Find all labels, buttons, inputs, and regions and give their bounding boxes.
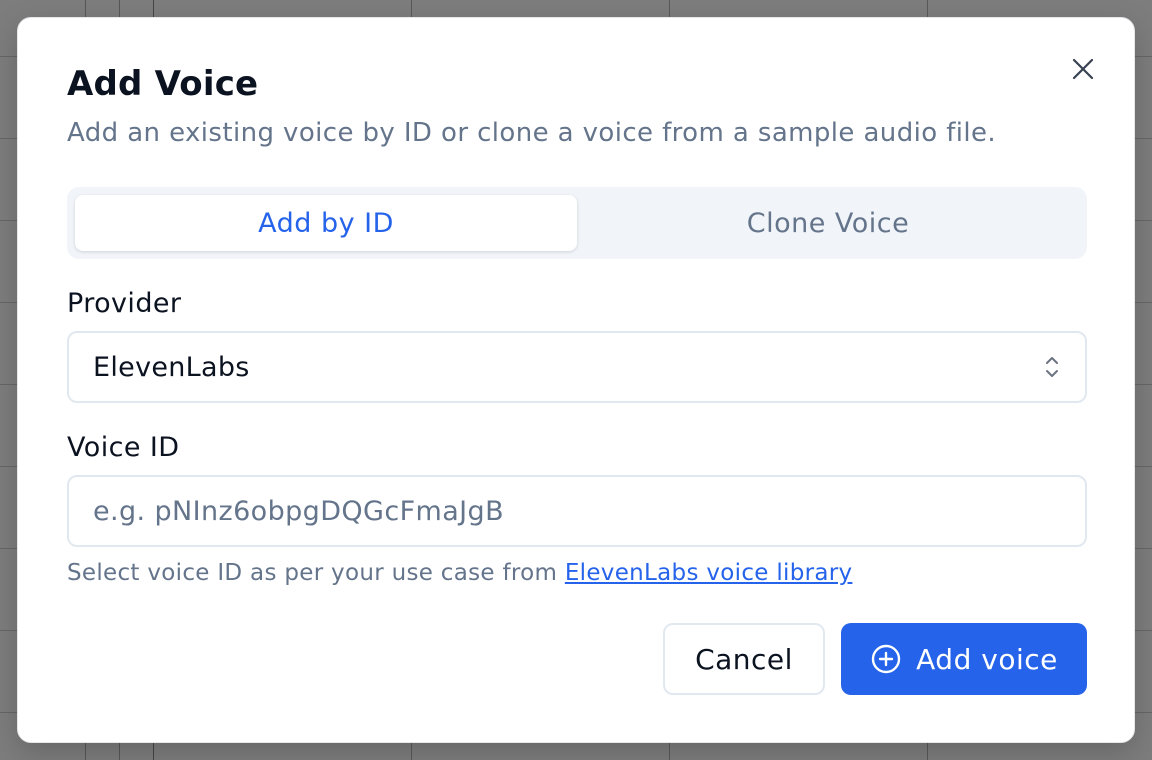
plus-circle-icon bbox=[871, 644, 901, 674]
helper-text-body: Select voice ID as per your use case fro… bbox=[67, 560, 565, 586]
voice-id-input[interactable] bbox=[67, 475, 1087, 547]
close-button[interactable] bbox=[1068, 54, 1098, 84]
provider-select-value: ElevenLabs bbox=[93, 351, 250, 383]
add-voice-button-label: Add voice bbox=[916, 642, 1058, 676]
cancel-button[interactable]: Cancel bbox=[663, 623, 825, 695]
provider-label: Provider bbox=[67, 288, 182, 319]
close-icon bbox=[1072, 58, 1094, 80]
helper-text: Select voice ID as per your use case fro… bbox=[67, 560, 852, 586]
provider-select[interactable]: ElevenLabs bbox=[67, 331, 1087, 403]
voice-library-link[interactable]: ElevenLabs voice library bbox=[565, 560, 853, 586]
tab-list: Add by ID Clone Voice bbox=[67, 187, 1087, 259]
dialog-subtitle: Add an existing voice by ID or clone a v… bbox=[67, 118, 997, 148]
chevron-up-down-icon bbox=[1046, 357, 1058, 377]
tab-clone-voice[interactable]: Clone Voice bbox=[577, 195, 1079, 251]
voice-id-label: Voice ID bbox=[67, 432, 180, 463]
add-voice-dialog: Add Voice Add an existing voice by ID or… bbox=[17, 17, 1135, 743]
cancel-button-label: Cancel bbox=[695, 642, 793, 676]
add-voice-button[interactable]: Add voice bbox=[841, 623, 1087, 695]
dialog-title: Add Voice bbox=[67, 64, 259, 104]
tab-add-by-id[interactable]: Add by ID bbox=[75, 195, 577, 251]
